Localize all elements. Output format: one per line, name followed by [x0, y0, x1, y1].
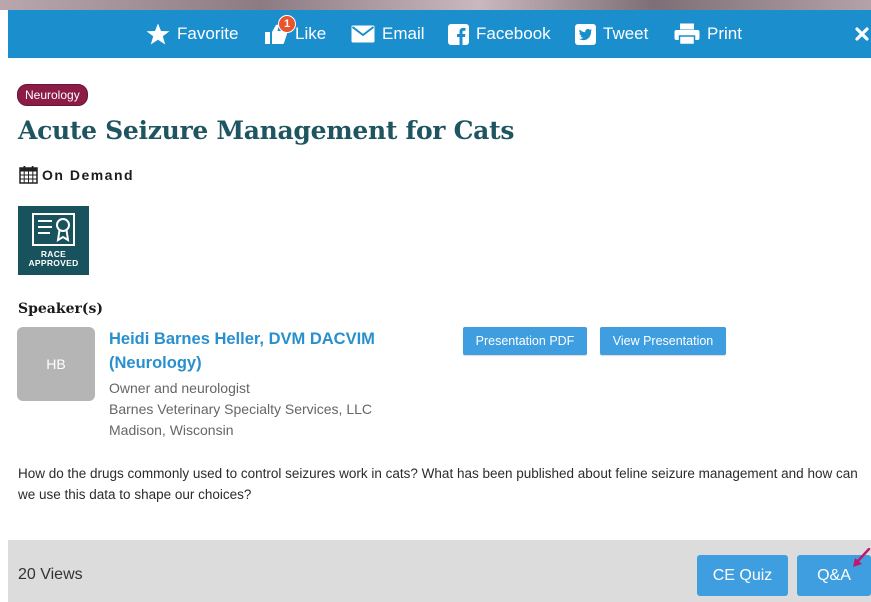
star-icon [146, 23, 170, 45]
like-label: Like [295, 24, 327, 43]
avatar-initials: HB [46, 356, 66, 372]
pointer-arrow-icon [853, 548, 871, 567]
availability-row: On Demand [19, 165, 134, 184]
footer-bar: 20 Views CE Quiz Q&A [8, 540, 871, 602]
availability-label: On Demand [42, 166, 135, 183]
speaker-location: Madison, Wisconsin [109, 422, 234, 438]
course-description: How do the drugs commonly used to contro… [18, 466, 858, 502]
email-label: Email [382, 24, 425, 43]
header-image-strip [0, 0, 871, 10]
speakers-heading: Speaker(s) [18, 301, 103, 317]
facebook-label: Facebook [476, 24, 551, 43]
race-badge-line2: APPROVED [28, 258, 79, 268]
category-tag[interactable]: Neurology [17, 84, 88, 106]
certificate-icon [32, 213, 75, 246]
speaker-role: Owner and neurologist [109, 380, 250, 396]
like-count-badge: 1 [278, 15, 296, 33]
facebook-icon [448, 23, 469, 45]
presentation-pdf-button[interactable]: Presentation PDF [463, 327, 587, 355]
calendar-icon [19, 166, 38, 184]
speaker-name-link[interactable]: Heidi Barnes Heller, DVM DACVIM (Neurolo… [109, 327, 439, 375]
view-presentation-button[interactable]: View Presentation [600, 327, 726, 355]
share-toolbar: Favorite 1 Like Email Facebook Tweet Pri… [8, 10, 871, 58]
print-button[interactable]: Print [674, 10, 742, 58]
page-title: Acute Seizure Management for Cats [18, 116, 515, 145]
close-button[interactable] [853, 10, 871, 58]
favorite-label: Favorite [177, 24, 239, 43]
printer-icon [674, 23, 700, 45]
envelope-icon [351, 25, 375, 43]
print-label: Print [707, 24, 742, 43]
avatar: HB [17, 327, 95, 401]
race-approved-badge: RACE APPROVED [18, 206, 89, 275]
speaker-organization: Barnes Veterinary Specialty Services, LL… [109, 401, 373, 417]
tweet-label: Tweet [603, 24, 649, 43]
facebook-button[interactable]: Facebook [448, 10, 551, 58]
race-badge-text: RACE APPROVED [18, 250, 89, 268]
favorite-button[interactable]: Favorite [146, 10, 238, 58]
like-button[interactable]: 1 Like [264, 10, 326, 58]
close-icon [855, 27, 869, 41]
email-button[interactable]: Email [351, 10, 425, 58]
ce-quiz-button[interactable]: CE Quiz [697, 555, 788, 596]
twitter-icon [575, 23, 596, 45]
tweet-button[interactable]: Tweet [575, 10, 648, 58]
views-count: 20 Views [18, 566, 83, 583]
